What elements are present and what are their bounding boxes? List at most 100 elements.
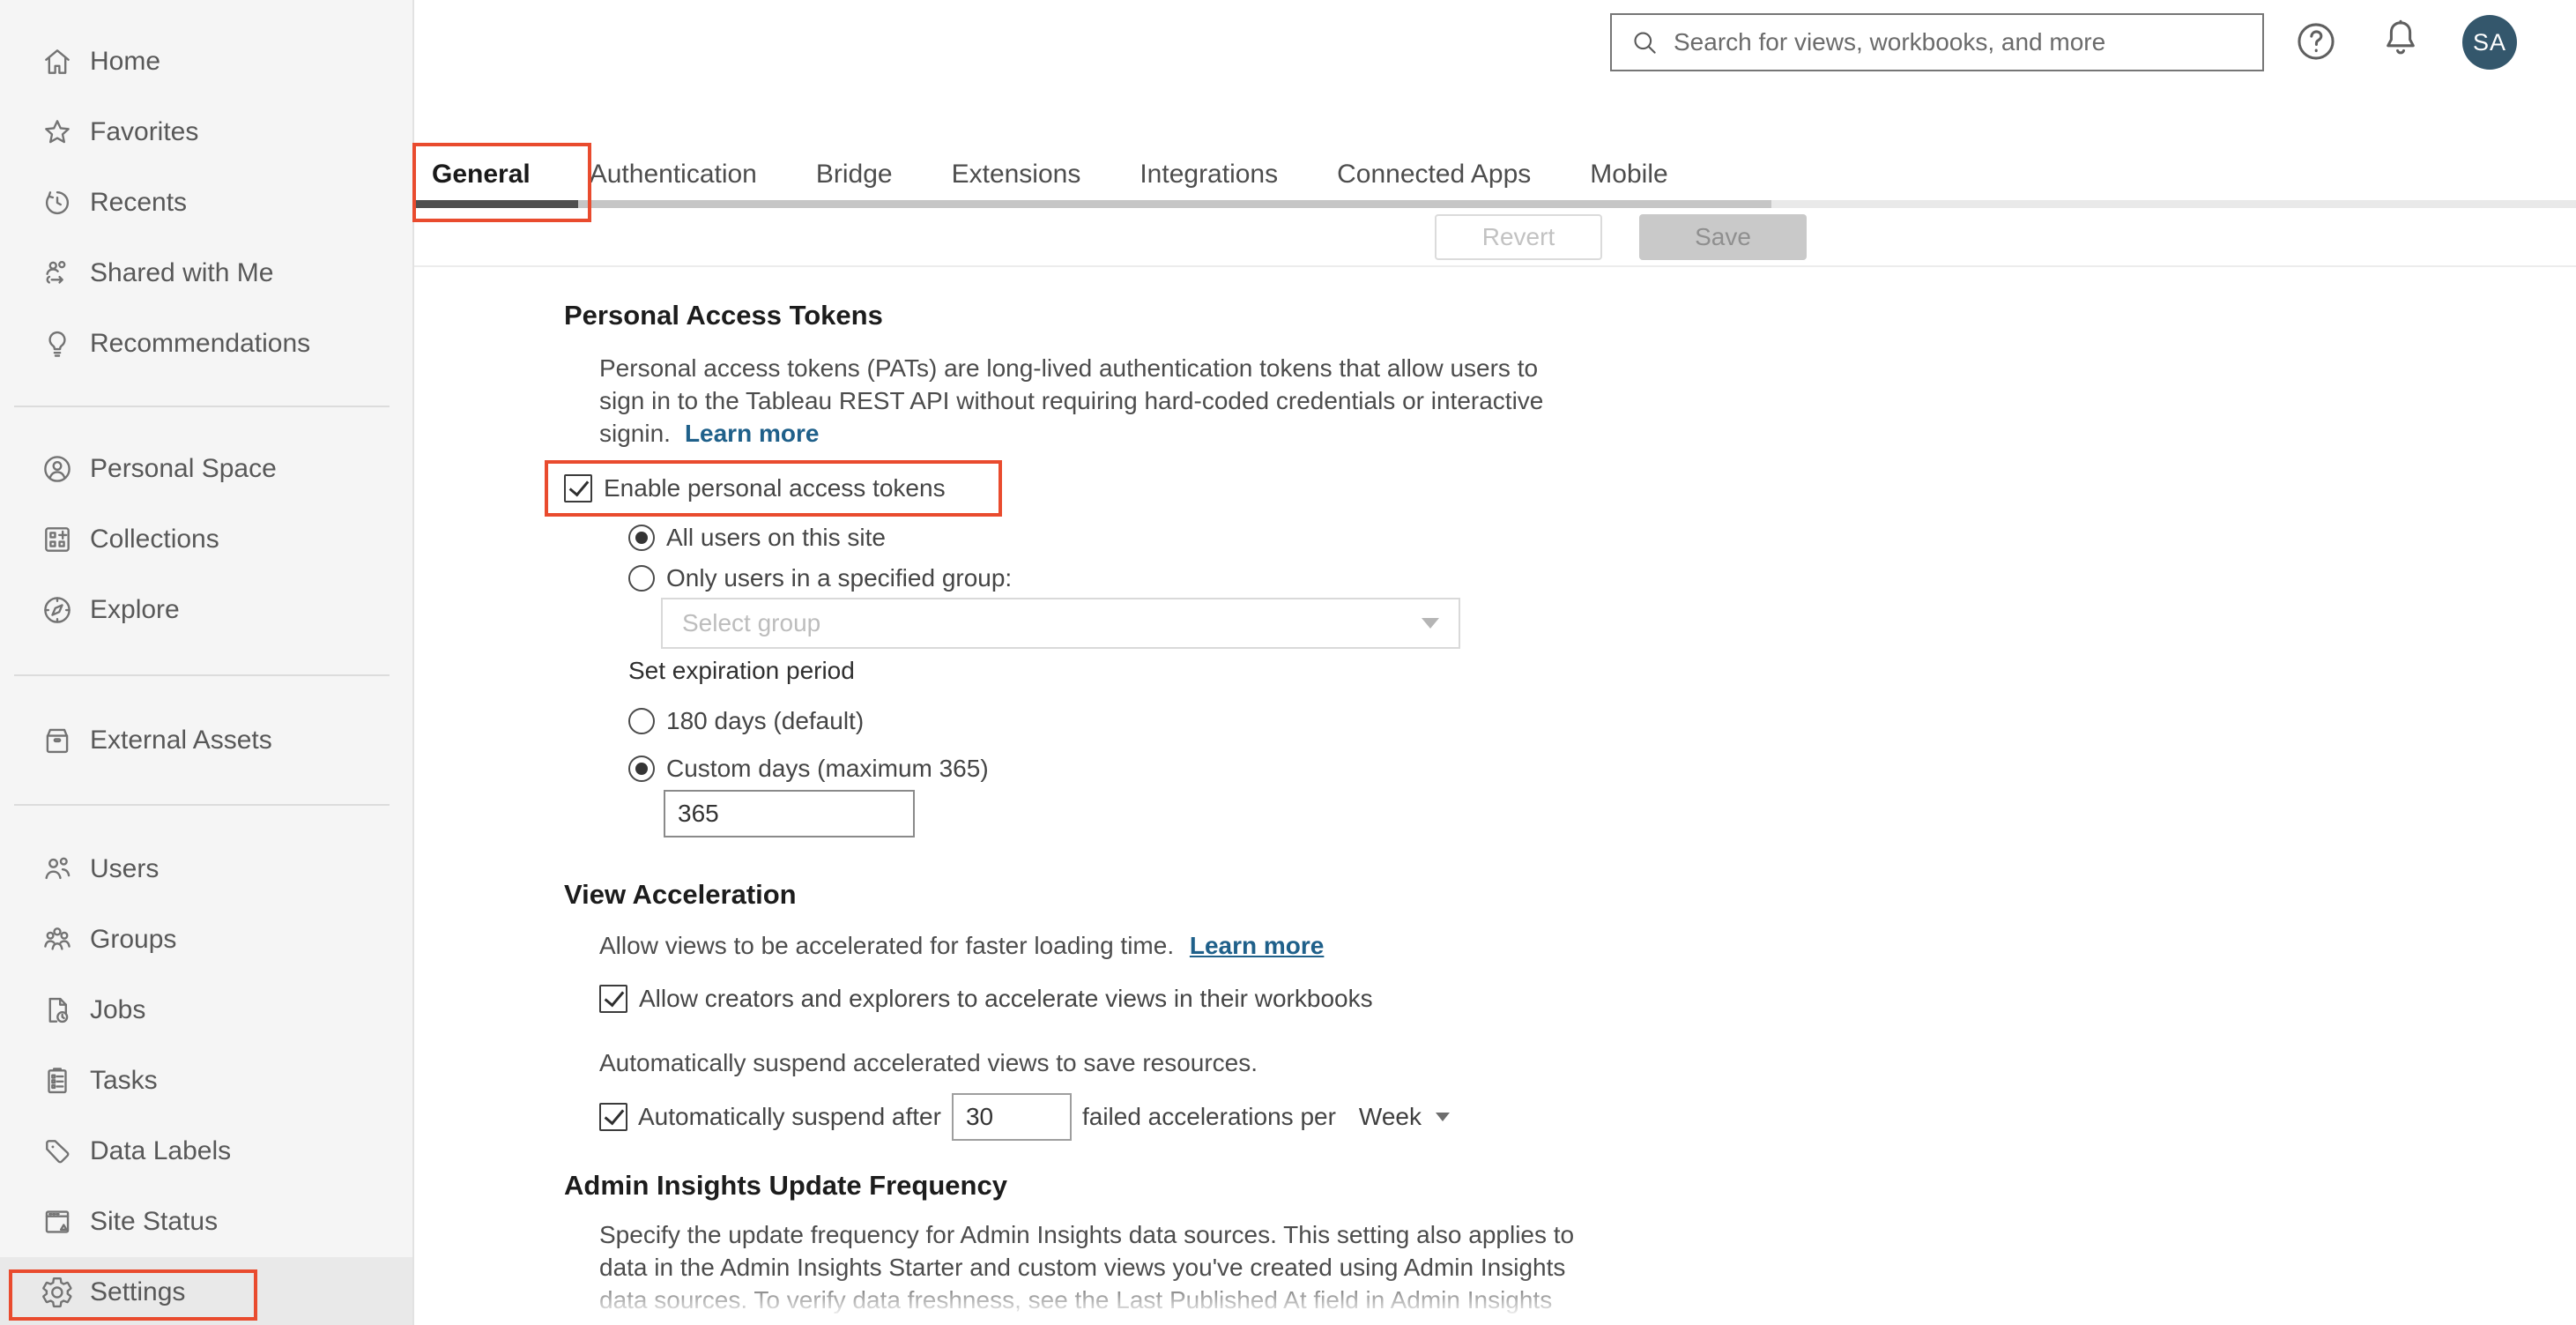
sidebar-item-label: Collections <box>90 525 219 554</box>
tab-extensions[interactable]: Extensions <box>952 157 1081 192</box>
sidebar-item-label: Recommendations <box>90 329 311 358</box>
bell-icon <box>2387 19 2415 55</box>
search-icon <box>1634 32 1656 54</box>
settings-content: Personal Access Tokens Personal access t… <box>414 267 2576 1325</box>
section-title-personal-access-tokens: Personal Access Tokens <box>564 300 883 331</box>
tab-scrollbar-thumb[interactable] <box>414 200 1771 208</box>
sidebar-item-label: Groups <box>90 925 177 954</box>
expiration-custom-row: Custom days (maximum 365) <box>628 755 2576 783</box>
site-status-icon <box>45 1210 70 1233</box>
sidebar-item-jobs[interactable]: Jobs <box>0 975 412 1046</box>
expiration-heading: Set expiration period <box>628 657 855 684</box>
jobs-icon <box>48 997 69 1024</box>
suspend-period-select[interactable]: Week <box>1359 1103 1450 1131</box>
group-select[interactable]: Select group <box>661 598 1460 649</box>
sidebar-item-external-assets[interactable]: External Assets <box>0 705 412 776</box>
home-icon <box>45 49 70 74</box>
suspend-threshold-input[interactable] <box>951 1093 1072 1141</box>
sidebar-item-label: Shared with Me <box>90 258 274 287</box>
gear-icon <box>42 1277 72 1308</box>
sidebar-item-label: Explore <box>90 595 180 624</box>
pat-description-line: sign in to the Tableau REST API without … <box>599 387 1544 414</box>
sidebar-item-recents[interactable]: Recents <box>0 167 412 238</box>
tab-mobile[interactable]: Mobile <box>1590 157 1667 192</box>
auto-suspend-checkbox[interactable] <box>599 1103 627 1131</box>
tab-integrations[interactable]: Integrations <box>1140 157 1278 192</box>
search-input[interactable] <box>1674 28 2245 56</box>
sidebar-item-shared-with-me[interactable]: Shared with Me <box>0 238 412 309</box>
tableau-settings-page: Home Favorites Recents Shared with Me Re… <box>0 0 2576 1325</box>
suspend-period-value: Week <box>1358 1103 1422 1130</box>
sidebar-divider <box>14 674 390 676</box>
pat-description-line: Personal access tokens (PATs) are long-l… <box>599 354 1539 382</box>
avatar[interactable]: SA <box>2462 15 2517 70</box>
tab-general[interactable]: General <box>432 157 531 192</box>
sidebar-item-label: Users <box>90 854 160 883</box>
enable-pat-row: Enable personal access tokens <box>564 474 946 502</box>
save-button[interactable]: Save <box>1639 214 1807 260</box>
sidebar-item-recommendations[interactable]: Recommendations <box>0 309 412 379</box>
sidebar-item-data-labels[interactable]: Data Labels <box>0 1116 412 1187</box>
sidebar-item-label: Settings <box>90 1277 186 1306</box>
help-button[interactable] <box>2293 19 2339 69</box>
collections-icon <box>45 527 70 552</box>
sidebar-divider <box>14 804 390 806</box>
tab-authentication[interactable]: Authentication <box>590 157 757 192</box>
sidebar-item-favorites[interactable]: Favorites <box>0 97 412 167</box>
pat-description: Personal access tokens (PATs) are long-l… <box>599 352 2576 450</box>
suspend-suffix-label: failed accelerations per <box>1081 1103 1336 1130</box>
sidebar-item-label: Home <box>90 47 161 76</box>
scope-all-users-radio[interactable] <box>628 525 655 551</box>
scope-group-label: Only users in a specified group: <box>666 564 1013 592</box>
sidebar: Home Favorites Recents Shared with Me Re… <box>0 0 414 1325</box>
help-icon <box>2298 23 2335 60</box>
expiration-180-radio[interactable] <box>628 708 655 734</box>
scope-group-radio[interactable] <box>628 565 655 592</box>
admin-insights-description: Specify the update frequency for Admin I… <box>599 1218 2576 1316</box>
view-accel-description: Allow views to be accelerated for faster… <box>599 929 2576 962</box>
sidebar-item-users[interactable]: Users <box>0 834 412 904</box>
tab-bridge[interactable]: Bridge <box>816 157 893 192</box>
expiration-180-label: 180 days (default) <box>666 707 865 734</box>
sidebar-item-groups[interactable]: Groups <box>0 904 412 975</box>
tasks-icon <box>48 1068 67 1094</box>
custom-days-input[interactable] <box>664 790 915 837</box>
view-accel-learn-more-link[interactable]: Learn more <box>1190 932 1325 959</box>
allow-accel-checkbox[interactable] <box>599 985 627 1013</box>
lightbulb-icon <box>48 331 66 357</box>
pat-learn-more-link[interactable]: Learn more <box>685 420 820 447</box>
shared-icon <box>46 260 66 284</box>
sidebar-item-label: Data Labels <box>90 1136 232 1165</box>
admin-insights-description-line: data sources. To verify data freshness, … <box>599 1286 1553 1314</box>
tag-icon <box>46 1140 70 1164</box>
drawer-icon <box>46 728 69 754</box>
sidebar-item-explore[interactable]: Explore <box>0 575 412 645</box>
sidebar-item-home[interactable]: Home <box>0 26 412 97</box>
notifications-button[interactable] <box>2378 16 2424 66</box>
recents-icon <box>45 190 70 215</box>
sidebar-item-settings[interactable]: Settings <box>0 1257 412 1325</box>
revert-button[interactable]: Revert <box>1435 214 1602 260</box>
auto-suspend-row: Automatically suspend after failed accel… <box>599 1093 2576 1141</box>
compass-icon <box>44 597 71 623</box>
sidebar-item-label: External Assets <box>90 726 272 755</box>
section-title-admin-insights: Admin Insights Update Frequency <box>564 1170 1007 1201</box>
tab-connected-apps[interactable]: Connected Apps <box>1337 157 1531 192</box>
sidebar-item-label: Favorites <box>90 117 199 146</box>
enable-pat-checkbox[interactable] <box>564 474 592 502</box>
sidebar-item-label: Personal Space <box>90 454 277 483</box>
sidebar-divider <box>14 406 390 407</box>
sidebar-item-site-status[interactable]: Site Status <box>0 1187 412 1257</box>
suspend-description: Automatically suspend accelerated views … <box>599 1049 1258 1076</box>
users-icon <box>45 857 71 880</box>
scope-all-users-label: All users on this site <box>666 524 886 551</box>
sidebar-item-tasks[interactable]: Tasks <box>0 1046 412 1116</box>
sidebar-item-personal-space[interactable]: Personal Space <box>0 434 412 504</box>
search-bar[interactable] <box>1610 13 2264 71</box>
sidebar-item-collections[interactable]: Collections <box>0 504 412 575</box>
expiration-custom-radio[interactable] <box>628 756 655 782</box>
expiration-custom-label: Custom days (maximum 365) <box>666 755 989 782</box>
scope-all-users-row: All users on this site <box>628 524 2576 552</box>
pat-description-line: signin. Learn more <box>599 417 2576 450</box>
allow-accel-label: Allow creators and explorers to accelera… <box>639 985 1373 1012</box>
